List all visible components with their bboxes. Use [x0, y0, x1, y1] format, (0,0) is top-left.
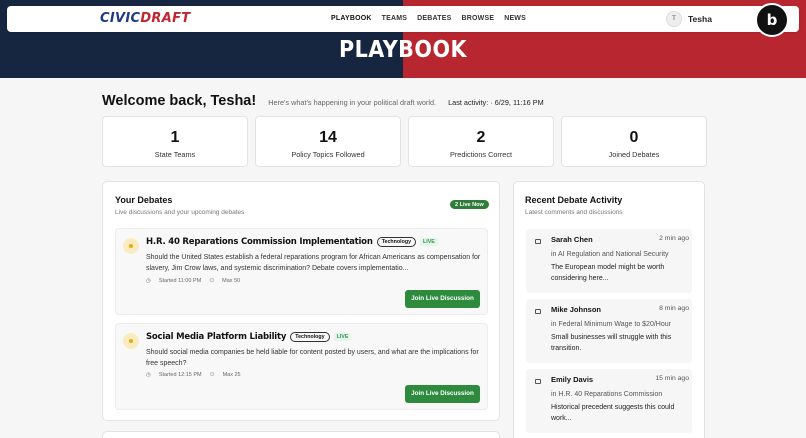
- clock-icon: ◷: [146, 372, 151, 378]
- debate-card[interactable]: Social Media Platform Liability Technolog…: [115, 323, 488, 410]
- started-time: Started 11:00 PM: [158, 278, 202, 284]
- logo[interactable]: CIVICDRAFT: [100, 11, 190, 26]
- stat-value: 0: [629, 129, 639, 146]
- activity-item[interactable]: Mike Johnson 8 min ago in Federal Minimu…: [526, 299, 692, 363]
- activity-item[interactable]: Emily Davis 15 min ago in H.R. 40 Repara…: [526, 369, 692, 433]
- welcome-row: Welcome back, Tesha! Here's what's happe…: [102, 93, 544, 109]
- debate-title-row: H.R. 40 Reparations Commission Implement…: [146, 237, 438, 247]
- welcome-heading: Welcome back, Tesha!: [102, 93, 257, 109]
- join-live-discussion-button[interactable]: Join Live Discussion: [405, 385, 480, 403]
- panel-subtitle: Live discussions and your upcoming debat…: [115, 209, 245, 216]
- bolt-badge[interactable]: b: [755, 3, 789, 37]
- next-panel: [102, 431, 500, 438]
- top-navbar: CIVICDRAFT PLAYBOOK TEAMS DEBATES BROWSE…: [7, 6, 799, 32]
- avatar[interactable]: T: [666, 11, 682, 27]
- panel-title: Recent Debate Activity: [525, 195, 623, 205]
- username[interactable]: Tesha: [688, 14, 712, 24]
- stat-label: Predictions Correct: [449, 150, 513, 159]
- clock-icon: ◷: [146, 278, 151, 284]
- stat-label: Policy Topics Followed: [291, 150, 365, 159]
- your-debates-panel: Your Debates Live discussions and your u…: [102, 181, 500, 421]
- max-participants: Max 50: [222, 278, 241, 284]
- nav-teams[interactable]: TEAMS: [382, 15, 408, 22]
- join-live-discussion-button[interactable]: Join Live Discussion: [405, 290, 480, 308]
- bolt-badge-letter: b: [766, 11, 778, 29]
- logo-civic: CIVIC: [100, 11, 141, 26]
- comment-debate: in H.R. 40 Reparations Commission: [551, 391, 663, 398]
- logo-draft: DRAFT: [140, 11, 191, 26]
- stat-label: State Teams: [154, 150, 196, 159]
- comment-time: 15 min ago: [655, 375, 689, 382]
- stat-value: 1: [170, 129, 180, 146]
- debate-card[interactable]: H.R. 40 Reparations Commission Implement…: [115, 228, 488, 315]
- panel-subtitle: Latest comments and discussions: [525, 209, 623, 216]
- max-participants: Max 25: [222, 372, 241, 378]
- stat-value: 2: [476, 129, 486, 146]
- commenter-name: Emily Davis: [551, 375, 594, 384]
- panel-title: Your Debates: [115, 195, 173, 205]
- commenter-name: Sarah Chen: [551, 235, 593, 244]
- comment-text: Historical precedent suggests this could…: [551, 404, 675, 422]
- debate-title[interactable]: H.R. 40 Reparations Commission Implement…: [146, 237, 373, 247]
- debate-description: Should the United States establish a fed…: [146, 254, 481, 272]
- debate-title[interactable]: Social Media Platform Liability: [146, 332, 286, 342]
- recent-activity-panel: Recent Debate Activity Latest comments a…: [513, 181, 705, 438]
- comment-debate: in Federal Minimum Wage to $20/Hour: [551, 321, 671, 328]
- live-dot-icon: [123, 238, 139, 254]
- users-icon: ⚇: [209, 278, 215, 284]
- stat-card-predictions: 2 Predictions Correct: [408, 116, 554, 167]
- debate-meta: ◷ Started 11:00 PM ⚇ Max 50: [146, 278, 240, 284]
- debate-description: Should social media companies be held li…: [146, 349, 479, 367]
- debate-title-row: Social Media Platform Liability Technolog…: [146, 332, 352, 342]
- live-dot-icon: [123, 333, 139, 349]
- stat-card-policy-topics: 14 Policy Topics Followed: [255, 116, 401, 167]
- nav-browse[interactable]: BROWSE: [461, 15, 494, 22]
- stat-value: 14: [319, 129, 337, 146]
- users-icon: ⚇: [209, 372, 215, 378]
- comment-time: 8 min ago: [659, 305, 689, 312]
- comment-debate: in AI Regulation and National Security: [551, 251, 669, 258]
- comment-text: The European model might be worth consid…: [551, 264, 665, 282]
- live-status: LIVE: [333, 333, 352, 341]
- comment-time: 2 min ago: [659, 235, 689, 242]
- comment-icon: [535, 309, 541, 314]
- nav-news[interactable]: NEWS: [504, 15, 526, 22]
- page-title: PLAYBOOK: [338, 37, 467, 63]
- started-time: Started 12:15 PM: [158, 372, 202, 378]
- nav-playbook[interactable]: PLAYBOOK: [331, 15, 372, 22]
- live-now-badge: 2 Live Now: [450, 200, 489, 209]
- live-status: LIVE: [420, 238, 438, 246]
- stat-label: Joined Debates: [608, 150, 660, 159]
- stats-row: 1 State Teams 14 Policy Topics Followed …: [102, 116, 707, 167]
- last-activity: Last activity: · 6/29, 11:16 PM: [448, 98, 544, 107]
- nav-links: PLAYBOOK TEAMS DEBATES BROWSE NEWS: [331, 15, 536, 22]
- comment-icon: [535, 379, 541, 384]
- welcome-subtitle: Here's what's happening in your politica…: [268, 98, 437, 107]
- commenter-name: Mike Johnson: [551, 305, 602, 314]
- topic-tag: Technology: [290, 332, 330, 342]
- nav-debates[interactable]: DEBATES: [417, 15, 451, 22]
- stat-card-state-teams: 1 State Teams: [102, 116, 248, 167]
- comment-icon: [535, 239, 541, 244]
- comment-text: Small businesses will struggle with this…: [551, 334, 672, 352]
- stat-card-joined-debates: 0 Joined Debates: [561, 116, 707, 167]
- topic-tag: Technology: [376, 237, 417, 247]
- debate-meta: ◷ Started 12:15 PM ⚇ Max 25: [146, 372, 241, 378]
- activity-item[interactable]: Sarah Chen 2 min ago in AI Regulation an…: [526, 229, 692, 293]
